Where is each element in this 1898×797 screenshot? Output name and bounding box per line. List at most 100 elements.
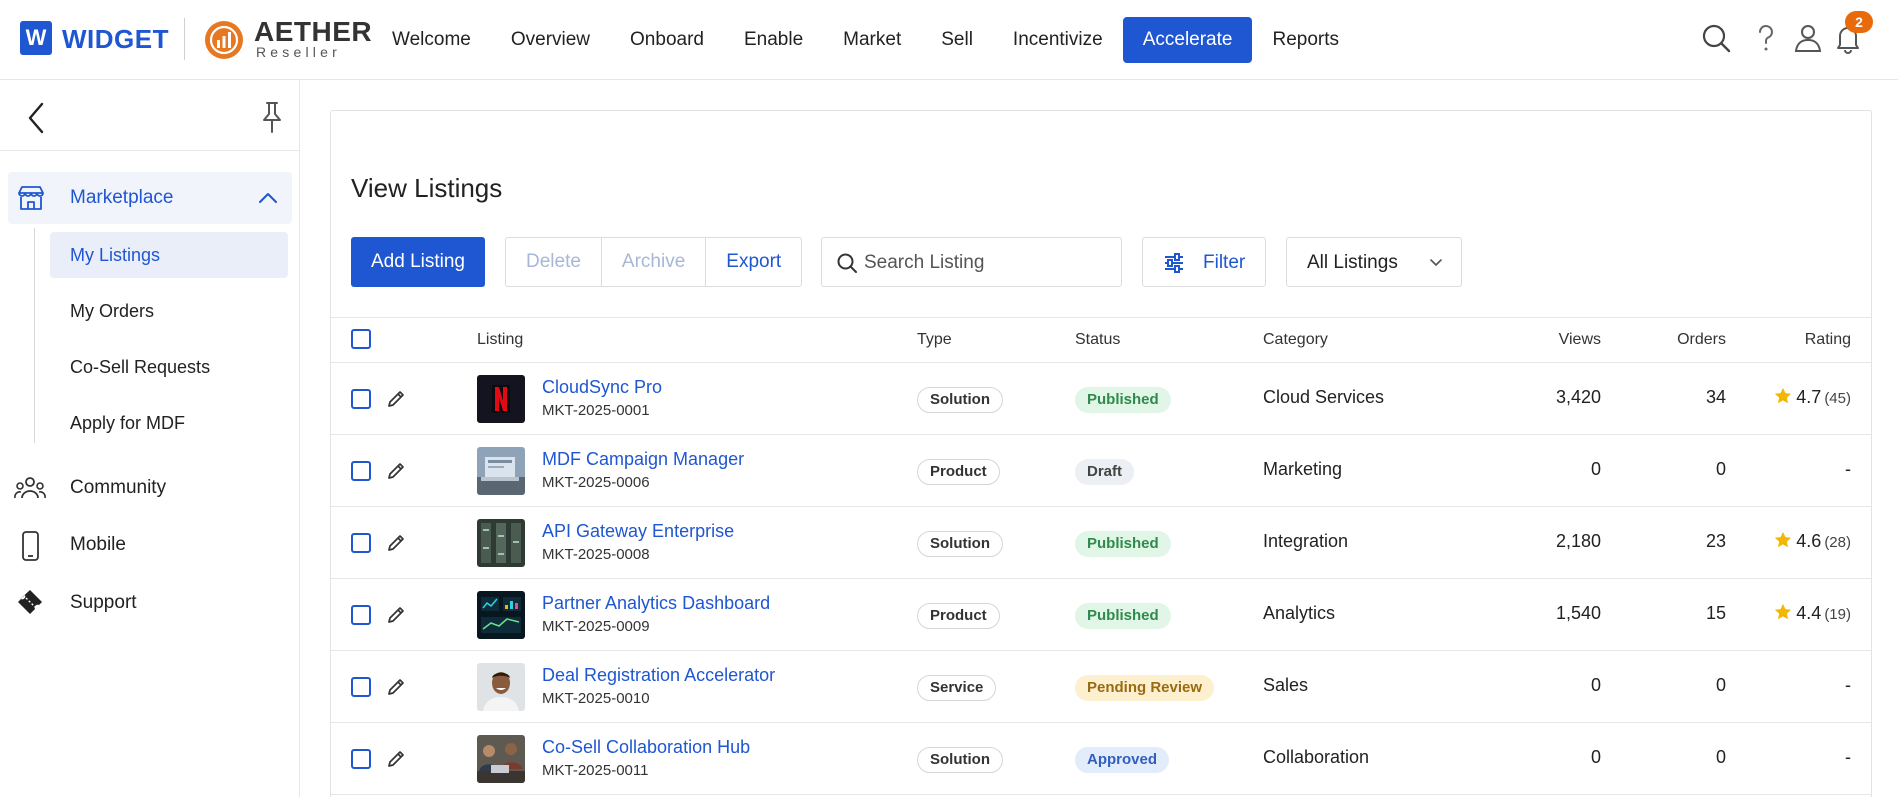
table-row[interactable]: Co-Sell Collaboration Hub MKT-2025-0011 So…	[331, 724, 1871, 795]
sidebar-item-co-sell-requests[interactable]: Co-Sell Requests	[50, 344, 288, 390]
rating-value: 4.7	[1796, 387, 1822, 407]
nav-item-incentivize[interactable]: Incentivize	[993, 17, 1123, 63]
chevron-down-icon	[1430, 259, 1442, 266]
rating-value: -	[1845, 675, 1851, 695]
sidebar-group-marketplace[interactable]: Marketplace	[8, 172, 292, 224]
views-cell: 0	[1590, 459, 1601, 479]
rating-cell: -	[1731, 675, 1851, 696]
mobile-icon	[22, 531, 39, 561]
table-row[interactable]: Deal Registration Accelerator MKT-2025-00…	[331, 652, 1871, 723]
table-row[interactable]: MDF Campaign Manager MKT-2025-0006 Product…	[331, 436, 1871, 507]
listing-thumbnail	[477, 663, 525, 711]
star-icon	[1775, 531, 1792, 548]
views-cell: 0	[1590, 675, 1601, 695]
status-badge: Pending Review	[1075, 675, 1215, 701]
sidebar-item-community[interactable]: Community	[0, 465, 300, 511]
type-badge: Product	[917, 459, 1000, 485]
nav-item-overview[interactable]: Overview	[491, 17, 610, 63]
chevron-up-icon[interactable]	[256, 186, 280, 210]
col-listing[interactable]: Listing	[477, 331, 523, 349]
widget-logo-mark[interactable]: W	[20, 21, 52, 55]
help-icon[interactable]	[1750, 22, 1782, 54]
edit-pencil-icon[interactable]	[385, 532, 407, 554]
edit-pencil-icon[interactable]	[385, 604, 407, 626]
category-cell: Marketing	[1263, 459, 1343, 479]
nav-item-accelerate[interactable]: Accelerate	[1122, 17, 1253, 63]
listing-id: MKT-2025-0006	[542, 474, 650, 491]
sidebar-item-my-orders[interactable]: My Orders	[50, 288, 288, 334]
search-input[interactable]	[864, 250, 1104, 276]
col-views[interactable]: Views	[1411, 331, 1601, 349]
nav-item-sell[interactable]: Sell	[921, 17, 993, 63]
col-status[interactable]: Status	[1075, 331, 1120, 349]
archive-button[interactable]: Archive	[602, 238, 707, 286]
nav-item-enable[interactable]: Enable	[724, 17, 823, 63]
col-rating[interactable]: Rating	[1731, 331, 1851, 349]
select-all-checkbox[interactable]	[351, 329, 371, 349]
col-orders[interactable]: Orders	[1581, 331, 1726, 349]
table-row[interactable]: CloudSync Pro MKT-2025-0001 Solution Publis…	[331, 364, 1871, 435]
nav-item-onboard[interactable]: Onboard	[610, 17, 724, 63]
listing-thumbnail	[477, 591, 525, 639]
row-checkbox[interactable]	[351, 677, 371, 697]
edit-pencil-icon[interactable]	[385, 748, 407, 770]
search-icon[interactable]	[1700, 22, 1732, 54]
aether-logo-text: AETHER	[254, 16, 373, 47]
listing-thumbnail	[477, 447, 525, 495]
rating-cell: 4.6 (28)	[1731, 531, 1851, 552]
category-cell: Cloud Services	[1263, 387, 1385, 407]
row-checkbox[interactable]	[351, 605, 371, 625]
listing-name-link[interactable]: Partner Analytics Dashboard	[542, 593, 770, 614]
export-button[interactable]: Export	[706, 238, 801, 286]
table-row[interactable]: Partner Analytics Dashboard MKT-2025-0009…	[331, 580, 1871, 651]
table-row[interactable]: API Gateway Enterprise MKT-2025-0008 Solut…	[331, 508, 1871, 579]
row-checkbox[interactable]	[351, 461, 371, 481]
select-value: All Listings	[1307, 252, 1398, 273]
pin-icon[interactable]	[258, 100, 286, 134]
status-badge: Published	[1075, 387, 1171, 413]
orders-cell: 0	[1715, 675, 1726, 695]
listing-name-link[interactable]: Deal Registration Accelerator	[542, 665, 775, 686]
col-category[interactable]: Category	[1263, 331, 1328, 349]
listing-name-link[interactable]: CloudSync Pro	[542, 377, 662, 398]
listing-name-link[interactable]: API Gateway Enterprise	[542, 521, 734, 542]
rating-count: (28)	[1824, 534, 1851, 551]
views-cell: 2,180	[1555, 531, 1601, 551]
edit-pencil-icon[interactable]	[385, 460, 407, 482]
col-type[interactable]: Type	[917, 331, 952, 349]
status-badge: Published	[1075, 603, 1171, 629]
category-cell: Analytics	[1263, 603, 1336, 623]
edit-pencil-icon[interactable]	[385, 676, 407, 698]
rating-cell: 4.4 (19)	[1731, 603, 1851, 624]
top-bar: W WIDGET AETHER Reseller Welcome Overvie…	[0, 0, 1898, 80]
listing-name-link[interactable]: Co-Sell Collaboration Hub	[542, 737, 750, 758]
listing-id: MKT-2025-0011	[542, 762, 649, 779]
widget-logo-text[interactable]: WIDGET	[62, 24, 169, 55]
nav-item-reports[interactable]: Reports	[1252, 17, 1359, 63]
orders-cell: 15	[1705, 603, 1726, 623]
sidebar-item-support[interactable]: Support	[0, 580, 300, 626]
sidebar-item-apply-for-mdf[interactable]: Apply for MDF	[50, 400, 288, 446]
views-cell: 0	[1590, 747, 1601, 767]
listing-thumbnail	[477, 735, 525, 783]
notification-badge[interactable]: 2	[1845, 11, 1873, 33]
row-checkbox[interactable]	[351, 749, 371, 769]
collapse-sidebar-icon[interactable]	[20, 100, 52, 136]
add-listing-button[interactable]: Add Listing	[351, 237, 485, 287]
store-icon	[18, 186, 44, 210]
row-checkbox[interactable]	[351, 389, 371, 409]
nav-item-welcome[interactable]: Welcome	[372, 17, 491, 63]
nav-item-market[interactable]: Market	[823, 17, 921, 63]
star-icon	[1775, 387, 1792, 404]
delete-button[interactable]: Delete	[506, 238, 602, 286]
user-icon[interactable]	[1792, 22, 1824, 54]
submenu-guide-line	[34, 228, 35, 443]
rating-cell: 4.7 (45)	[1731, 387, 1851, 408]
row-checkbox[interactable]	[351, 533, 371, 553]
listings-scope-select[interactable]: All Listings	[1286, 237, 1462, 287]
sidebar-item-mobile[interactable]: Mobile	[0, 522, 300, 568]
sidebar-item-my-listings[interactable]: My Listings	[50, 232, 288, 278]
listing-name-link[interactable]: MDF Campaign Manager	[542, 449, 744, 470]
edit-pencil-icon[interactable]	[385, 388, 407, 410]
filter-button[interactable]: Filter	[1142, 237, 1266, 287]
